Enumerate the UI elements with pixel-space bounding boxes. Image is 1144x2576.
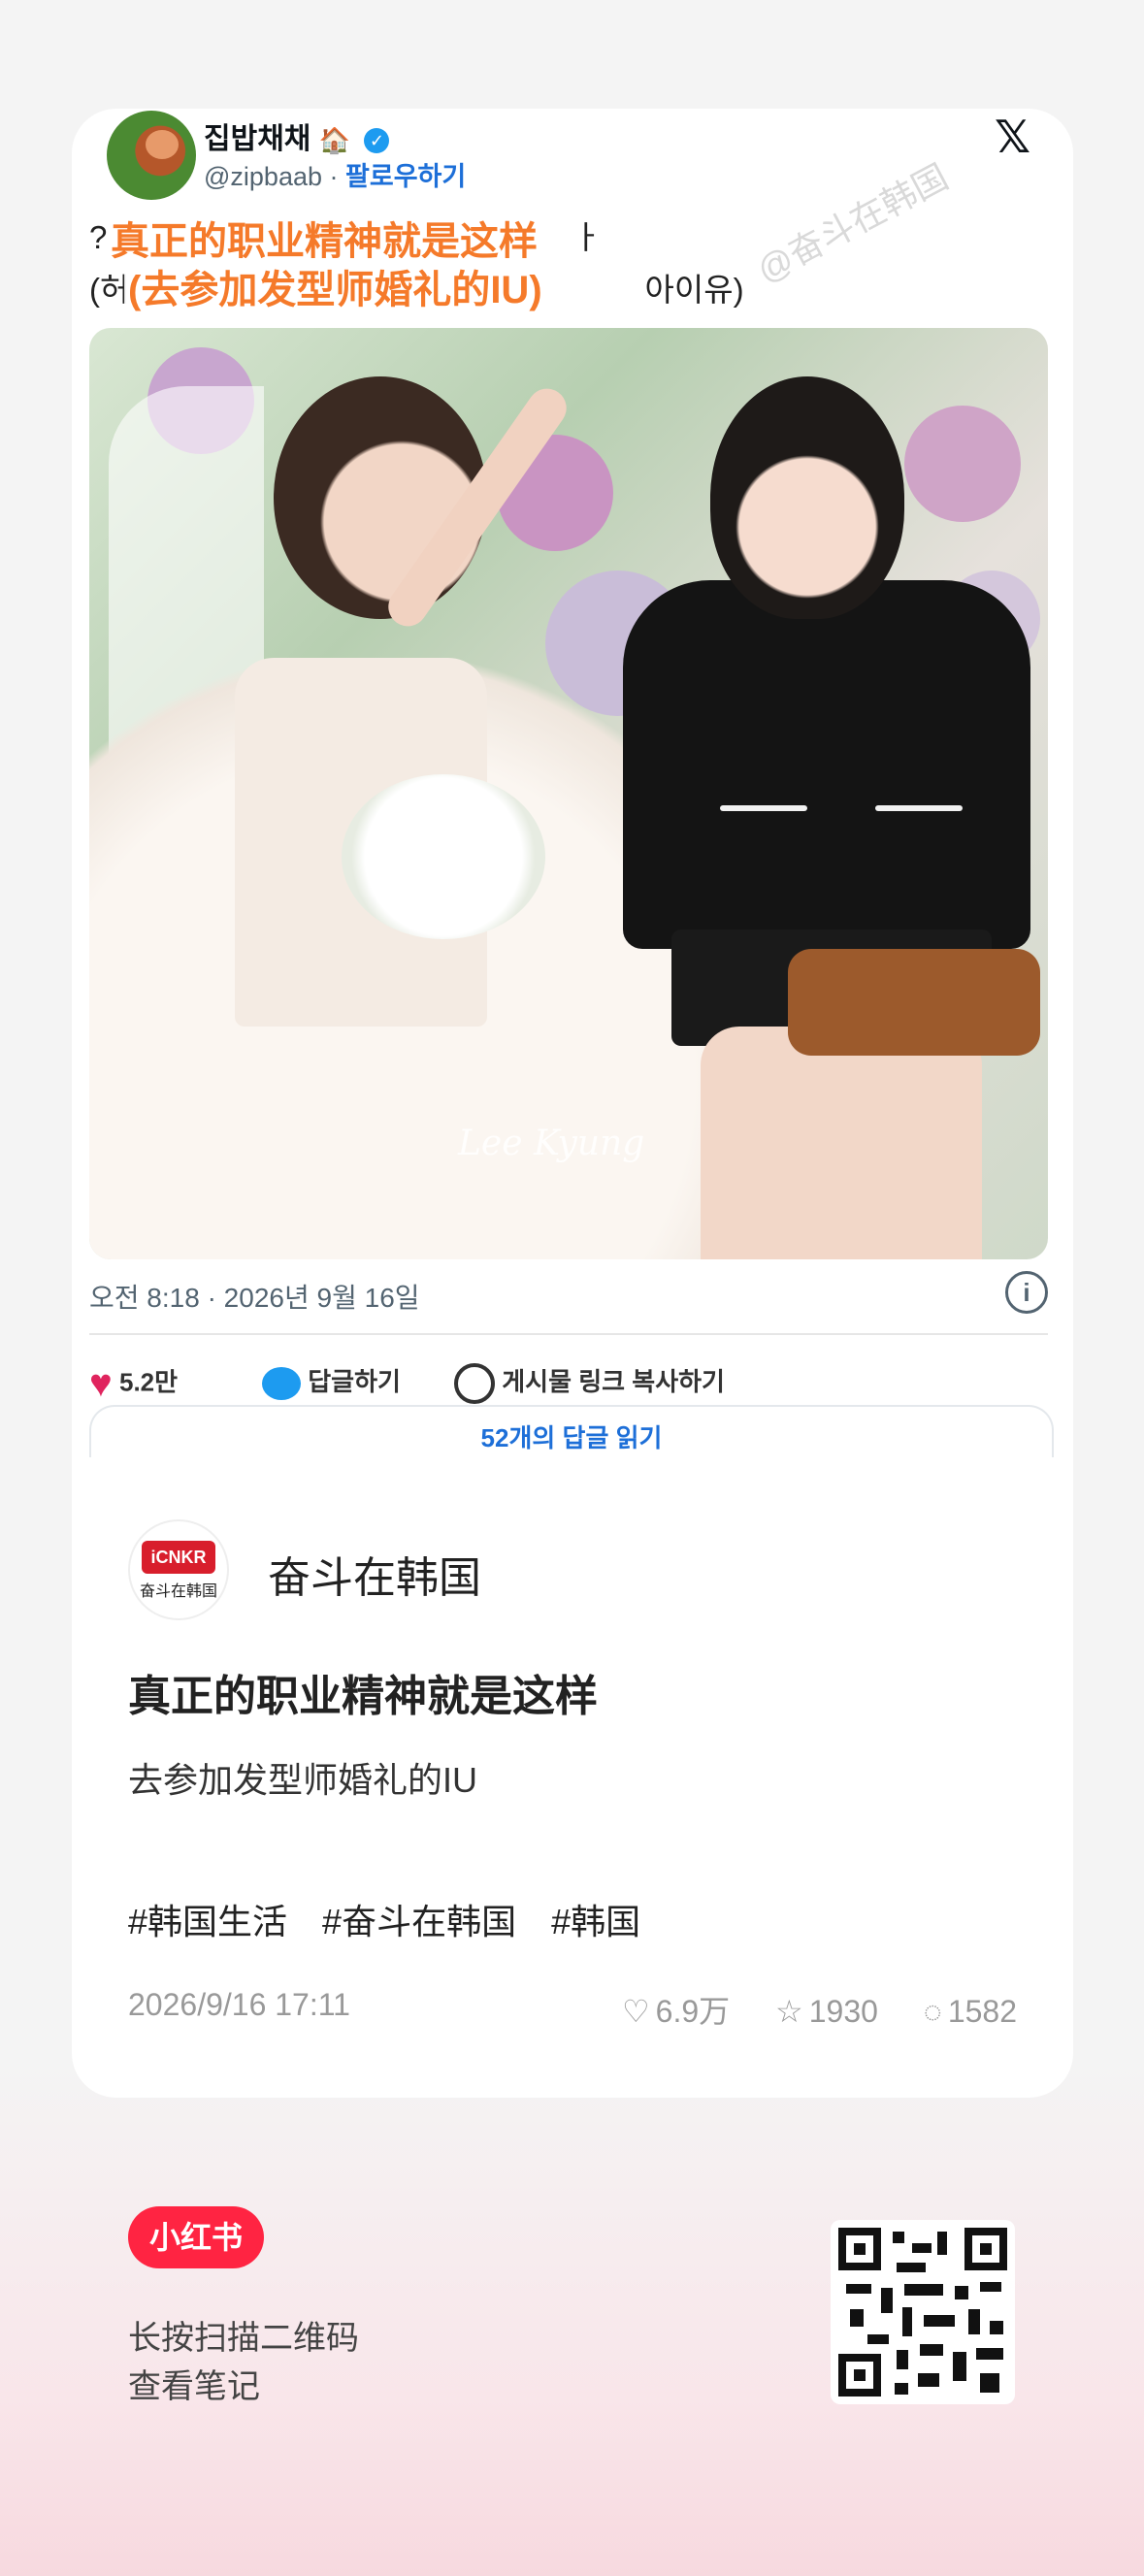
flower-decoration (904, 406, 1021, 522)
reply-action[interactable]: 답글하기 (262, 1362, 401, 1401)
scan-hint-line-1: 长按扫描二维码 (128, 2320, 359, 2357)
author-logo-bottom: 奋斗在韩国 (139, 1583, 217, 1600)
collect-stat-value: 1930 (808, 1994, 878, 2029)
jacket-pocket-trim (720, 805, 807, 811)
tag-link[interactable]: #韩国生活 (128, 1902, 287, 1941)
comment-stat-value: 1582 (947, 1994, 1017, 2029)
like-stat[interactable]: ♡ 6.9万 (622, 1994, 730, 2029)
qr-module (897, 2263, 926, 2272)
bride-bouquet (342, 774, 545, 939)
reply-label: 답글하기 (308, 1367, 401, 1396)
tweet-timestamp[interactable]: 오전 8:18 · 2026년 9월 16일 (89, 1277, 420, 1316)
qr-module (980, 2373, 999, 2393)
note-date: 2026/9/16 17:11 (128, 1987, 350, 2022)
qr-module (897, 2350, 908, 2369)
qr-module (968, 2309, 980, 2334)
tweet-handle: @zipbaab (204, 162, 322, 191)
verified-badge-icon: ✓ (364, 128, 390, 154)
qr-module (904, 2284, 943, 2296)
iu-jacket (623, 580, 1030, 949)
qr-finder (838, 2228, 881, 2270)
qr-module (990, 2321, 1003, 2334)
scan-hint-line-2: 查看笔记 (128, 2368, 260, 2405)
qr-module (937, 2232, 947, 2255)
like-action[interactable]: ♥ 5.2만 (89, 1362, 178, 1406)
tweet-text-fragment: 아이유) (644, 272, 744, 308)
collect-stat[interactable]: ☆ 1930 (775, 1994, 878, 2029)
x-logo-icon[interactable]: 𝕏 (995, 111, 1030, 163)
handle-separator: · (329, 162, 339, 191)
iu-legs (701, 1027, 982, 1259)
bride-head (274, 376, 487, 619)
tweet-text-fragment: ㅏ (572, 219, 602, 255)
tweet-avatar[interactable] (107, 111, 196, 200)
qr-module (881, 2288, 893, 2313)
qr-code[interactable] (831, 2220, 1015, 2404)
like-count: 5.2만 (118, 1367, 179, 1397)
reply-bubble-icon (262, 1367, 301, 1401)
tweet-text-fragment: ? (89, 219, 108, 255)
note-card: 집밥채채 🏠 ✓ @zipbaab · 팔로우하기 𝕏 ? ㅏ (허 아이유) … (72, 109, 1073, 2098)
tag-link[interactable]: #韩国 (551, 1902, 640, 1941)
note-tags: #韩国生活 #奋斗在韩国 #韩国 (128, 1894, 666, 1944)
link-icon (454, 1363, 495, 1405)
xiaohongshu-logo: 小红书 (128, 2206, 264, 2268)
iu-head (710, 376, 904, 619)
display-name-text: 집밥채채 (204, 123, 311, 155)
house-icon: 🏠 (318, 125, 351, 155)
qr-finder (964, 2228, 1007, 2270)
note-title: 真正的职业精神就是这样 (128, 1673, 598, 1720)
qr-module (955, 2286, 968, 2299)
tweet-actions: ♥ 5.2만 답글하기 게시물 링크 복사하기 (89, 1353, 1050, 1411)
qr-module (867, 2334, 889, 2344)
star-outline-icon: ☆ (775, 1994, 803, 2029)
note-description: 去参加发型师婚礼的IU (128, 1760, 478, 1800)
tweet-handle-line: @zipbaab · 팔로우하기 (204, 155, 466, 193)
qr-module (976, 2348, 1003, 2360)
qr-module (924, 2315, 955, 2327)
clutch-bag (788, 949, 1040, 1056)
read-replies-button[interactable]: 52개의 답글 읽기 (89, 1405, 1054, 1457)
info-icon[interactable]: i (1005, 1271, 1048, 1314)
tweet-divider (89, 1333, 1048, 1335)
photo-signature: Lee Kyung (458, 1124, 645, 1163)
qr-module (850, 2309, 864, 2327)
tweet-photo[interactable]: Lee Kyung (89, 328, 1048, 1259)
comment-icon: ◌ (923, 1994, 942, 2029)
note-stats: ♡ 6.9万 ☆ 1930 ◌ 1582 (585, 1987, 1017, 2032)
qr-module (893, 2232, 904, 2243)
qr-finder (838, 2354, 881, 2397)
qr-module (920, 2344, 943, 2356)
tweet-display-name[interactable]: 집밥채채 🏠 ✓ (204, 114, 390, 157)
author-avatar[interactable]: iCNKR 奋斗在韩国 (128, 1519, 229, 1620)
copy-link-label: 게시물 링크 복사하기 (502, 1367, 725, 1396)
overlay-subtitle: (去参加发型师婚礼的IU) (124, 258, 546, 314)
author-name[interactable]: 奋斗在韩国 (268, 1543, 481, 1605)
heart-icon: ♥ (89, 1362, 113, 1405)
copy-link-action[interactable]: 게시물 링크 복사하기 (454, 1362, 725, 1405)
qr-module (980, 2282, 1001, 2292)
follow-button[interactable]: 팔로우하기 (345, 162, 466, 191)
qr-module (846, 2284, 871, 2294)
qr-module (912, 2243, 932, 2253)
qr-module (953, 2352, 966, 2381)
qr-module (902, 2307, 912, 2336)
tag-link[interactable]: #奋斗在韩国 (322, 1902, 516, 1941)
author-logo-top: iCNKR (142, 1541, 215, 1574)
qr-module (918, 2373, 939, 2387)
qr-grid (838, 2228, 1007, 2397)
qr-module (895, 2383, 908, 2395)
jacket-pocket-trim (875, 805, 963, 811)
like-stat-value: 6.9万 (655, 1994, 731, 2029)
heart-outline-icon: ♡ (621, 1994, 650, 2029)
comment-stat[interactable]: ◌ 1582 (924, 1994, 1017, 2029)
